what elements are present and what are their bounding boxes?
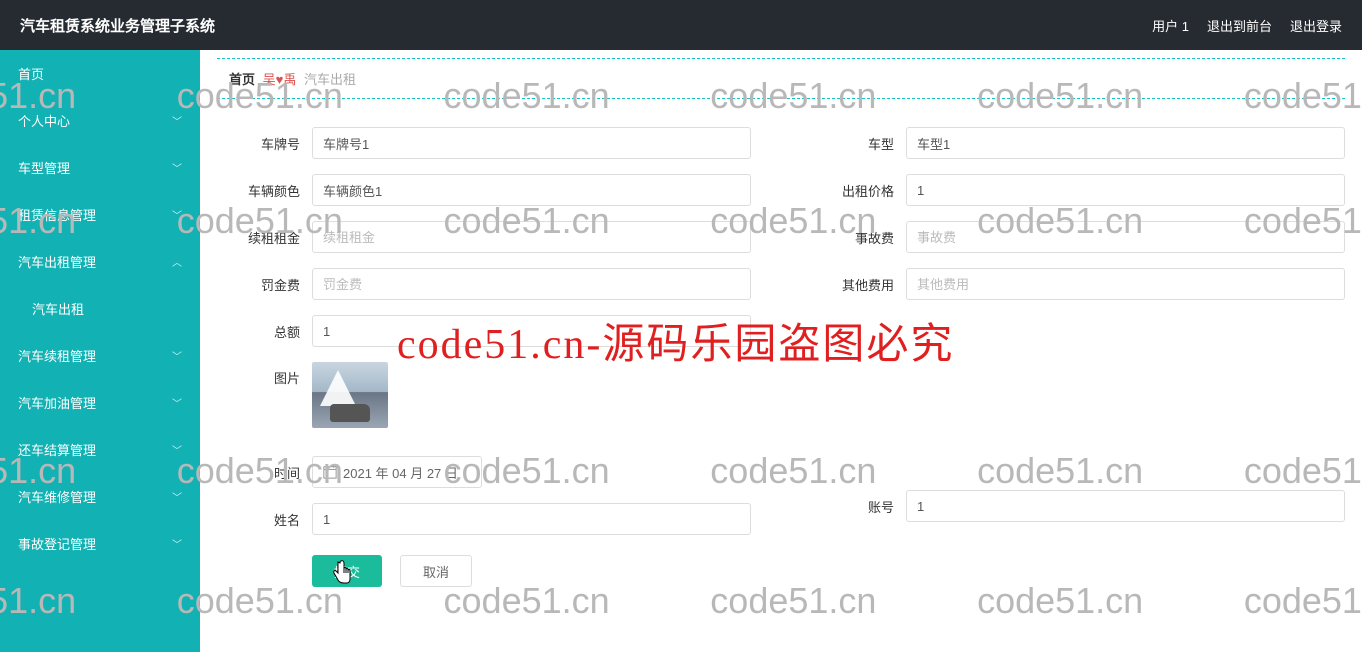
sidebar-item-renew[interactable]: 汽车续租管理 ﹀: [0, 332, 200, 379]
date-value: 2021 年 04 月 27 日: [343, 463, 458, 482]
breadcrumb-home[interactable]: 首页: [229, 72, 255, 87]
chevron-down-icon: ﹀: [172, 160, 182, 175]
input-account[interactable]: [906, 490, 1345, 522]
chevron-down-icon: ﹀: [172, 442, 182, 457]
sidebar-item-label: 首页: [18, 64, 44, 83]
sidebar-item-accident[interactable]: 事故登记管理 ﹀: [0, 520, 200, 567]
label-accident: 事故费: [821, 228, 906, 247]
chevron-down-icon: ﹀: [172, 113, 182, 128]
calendar-icon: [323, 465, 337, 479]
chevron-down-icon: ﹀: [172, 395, 182, 410]
input-name[interactable]: [312, 503, 751, 535]
chevron-down-icon: ﹀: [172, 348, 182, 363]
sidebar-item-label: 车型管理: [18, 158, 70, 177]
breadcrumb: 首页 吴♥禹 汽车出租: [217, 58, 1345, 99]
breadcrumb-separator-icon: 吴♥禹: [263, 72, 297, 87]
input-type[interactable]: [906, 127, 1345, 159]
main-content: 首页 吴♥禹 汽车出租 车牌号 车辆颜色 续租租金 罚金费: [200, 50, 1362, 652]
sidebar-item-label: 汽车出租: [32, 302, 84, 317]
app-header: 汽车租赁系统业务管理子系统 用户 1 退出到前台 退出登录: [0, 0, 1362, 50]
input-other[interactable]: [906, 268, 1345, 300]
input-total[interactable]: [312, 315, 751, 347]
label-type: 车型: [821, 134, 906, 153]
sidebar-item-label: 还车结算管理: [18, 440, 96, 459]
label-price: 出租价格: [821, 181, 906, 200]
label-total: 总额: [227, 322, 312, 341]
sidebar-item-label: 汽车续租管理: [18, 346, 96, 365]
sidebar-item-label: 汽车维修管理: [18, 487, 96, 506]
label-time: 时间: [227, 463, 312, 482]
form-column-left: 车牌号 车辆颜色 续租租金 罚金费 总额: [227, 127, 751, 587]
input-penalty[interactable]: [312, 268, 751, 300]
sidebar-item-repair[interactable]: 汽车维修管理 ﹀: [0, 473, 200, 520]
label-renew: 续租租金: [227, 228, 312, 247]
input-price[interactable]: [906, 174, 1345, 206]
sidebar-item-return[interactable]: 还车结算管理 ﹀: [0, 426, 200, 473]
app-title: 汽车租赁系统业务管理子系统: [20, 15, 215, 36]
input-accident[interactable]: [906, 221, 1345, 253]
user-label[interactable]: 用户 1: [1152, 16, 1189, 35]
button-row: 提交 取消: [227, 555, 751, 587]
label-other: 其他费用: [821, 275, 906, 294]
sidebar-subitem-car-rent[interactable]: 汽车出租: [0, 285, 200, 332]
input-date[interactable]: 2021 年 04 月 27 日: [312, 456, 482, 488]
logout-link[interactable]: 退出登录: [1290, 16, 1342, 35]
form: 车牌号 车辆颜色 续租租金 罚金费 总额: [217, 127, 1345, 587]
chevron-down-icon: ﹀: [172, 536, 182, 551]
label-penalty: 罚金费: [227, 275, 312, 294]
label-plate: 车牌号: [227, 134, 312, 153]
sidebar-item-home[interactable]: 首页: [0, 50, 200, 97]
breadcrumb-current: 汽车出租: [304, 72, 356, 87]
submit-button[interactable]: 提交: [312, 555, 382, 587]
input-plate[interactable]: [312, 127, 751, 159]
sidebar-item-label: 汽车出租管理: [18, 252, 96, 271]
sidebar: 首页 个人中心 ﹀ 车型管理 ﹀ 租赁信息管理 ﹀ 汽车出租管理 ︿ 汽车出租 …: [0, 50, 200, 652]
sidebar-item-label: 租赁信息管理: [18, 205, 96, 224]
sidebar-item-model[interactable]: 车型管理 ﹀: [0, 144, 200, 191]
label-name: 姓名: [227, 510, 312, 529]
input-color[interactable]: [312, 174, 751, 206]
label-color: 车辆颜色: [227, 181, 312, 200]
header-actions: 用户 1 退出到前台 退出登录: [1152, 16, 1342, 35]
label-account: 账号: [821, 497, 906, 516]
to-front-link[interactable]: 退出到前台: [1207, 16, 1272, 35]
form-column-right: 车型 出租价格 事故费 其他费用 账号: [821, 127, 1345, 587]
chevron-down-icon: ﹀: [172, 489, 182, 504]
sidebar-item-label: 汽车加油管理: [18, 393, 96, 412]
image-preview[interactable]: [312, 362, 388, 428]
sidebar-item-rental-info[interactable]: 租赁信息管理 ﹀: [0, 191, 200, 238]
sidebar-item-car-rent[interactable]: 汽车出租管理 ︿: [0, 238, 200, 285]
sidebar-item-label: 事故登记管理: [18, 534, 96, 553]
chevron-down-icon: ﹀: [172, 207, 182, 222]
input-renew[interactable]: [312, 221, 751, 253]
sidebar-item-refuel[interactable]: 汽车加油管理 ﹀: [0, 379, 200, 426]
sidebar-item-personal[interactable]: 个人中心 ﹀: [0, 97, 200, 144]
cancel-button[interactable]: 取消: [400, 555, 472, 587]
label-image: 图片: [227, 362, 312, 387]
chevron-up-icon: ︿: [172, 254, 182, 269]
sidebar-item-label: 个人中心: [18, 111, 70, 130]
